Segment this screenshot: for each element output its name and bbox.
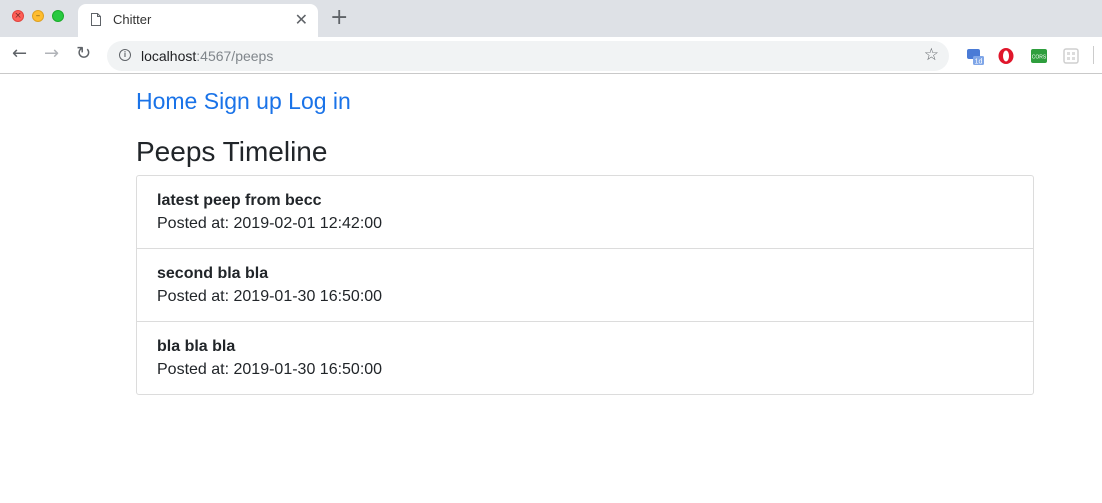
opera-icon[interactable] (997, 47, 1015, 65)
cors-extension-icon[interactable]: CORS (1030, 47, 1048, 65)
peep-text: latest peep from becc (157, 192, 322, 209)
nav-signup-link[interactable]: Sign up (204, 88, 282, 114)
peep-posted-at: Posted at: 2019-01-30 16:50:00 (157, 358, 1033, 382)
page-icon (91, 13, 101, 26)
nav-login-link[interactable]: Log in (288, 88, 351, 114)
peep-item: second bla bla Posted at: 2019-01-30 16:… (137, 249, 1033, 322)
posted-label: Posted at: (157, 288, 230, 305)
maximize-icon (53, 11, 63, 21)
forward-button[interactable]: → (44, 44, 59, 64)
posted-timestamp: 2019-01-30 16:50:00 (233, 361, 383, 378)
posted-timestamp: 2019-02-01 12:42:00 (233, 215, 383, 232)
peep-text: bla bla bla (157, 338, 236, 355)
extension-grid-icon[interactable] (1062, 47, 1080, 65)
maximize-window-button[interactable] (52, 10, 64, 22)
tab-chitter[interactable]: Chitter ✕ (78, 4, 318, 37)
url-text[interactable]: localhost:4567/peeps (141, 48, 273, 64)
tab-title: Chitter (113, 12, 152, 27)
minimize-window-button[interactable]: – (32, 10, 44, 22)
close-window-button[interactable]: × (12, 10, 24, 22)
posted-timestamp: 2019-01-30 16:50:00 (233, 288, 383, 305)
minimize-icon: – (35, 11, 41, 21)
url-host: localhost (141, 48, 197, 64)
reload-button[interactable]: ↻ (76, 44, 91, 64)
address-bar[interactable]: i localhost:4567/peeps ☆ (107, 41, 949, 71)
toolbar-divider (1093, 46, 1094, 64)
bookmark-star-icon[interactable]: ☆ (924, 45, 939, 65)
peeps-list: latest peep from becc Posted at: 2019-02… (136, 175, 1034, 395)
site-nav: Home Sign up Log in (136, 87, 351, 115)
extension-badge: 1d (975, 58, 983, 65)
page-title: Peeps Timeline (136, 136, 328, 167)
browser-tab-strip: × – Chitter ✕ + (0, 0, 1102, 37)
url-path: :4567/peeps (196, 48, 274, 64)
close-icon: × (14, 11, 22, 21)
browser-toolbar: ← → ↻ i localhost:4567/peeps ☆ 1d CORS (0, 37, 1102, 74)
extension-chat-icon[interactable]: 1d (966, 47, 984, 65)
tab-close-icon[interactable]: ✕ (295, 10, 308, 29)
back-button[interactable]: ← (12, 44, 27, 64)
new-tab-button[interactable]: + (330, 6, 348, 30)
peep-item: bla bla bla Posted at: 2019-01-30 16:50:… (137, 322, 1033, 394)
cors-label: CORS (1032, 55, 1047, 61)
posted-label: Posted at: (157, 361, 230, 378)
info-icon[interactable]: i (119, 49, 131, 61)
peep-posted-at: Posted at: 2019-02-01 12:42:00 (157, 212, 1033, 236)
peep-posted-at: Posted at: 2019-01-30 16:50:00 (157, 285, 1033, 309)
peep-item: latest peep from becc Posted at: 2019-02… (137, 176, 1033, 249)
nav-home-link[interactable]: Home (136, 88, 197, 114)
posted-label: Posted at: (157, 215, 230, 232)
peep-text: second bla bla (157, 265, 269, 282)
